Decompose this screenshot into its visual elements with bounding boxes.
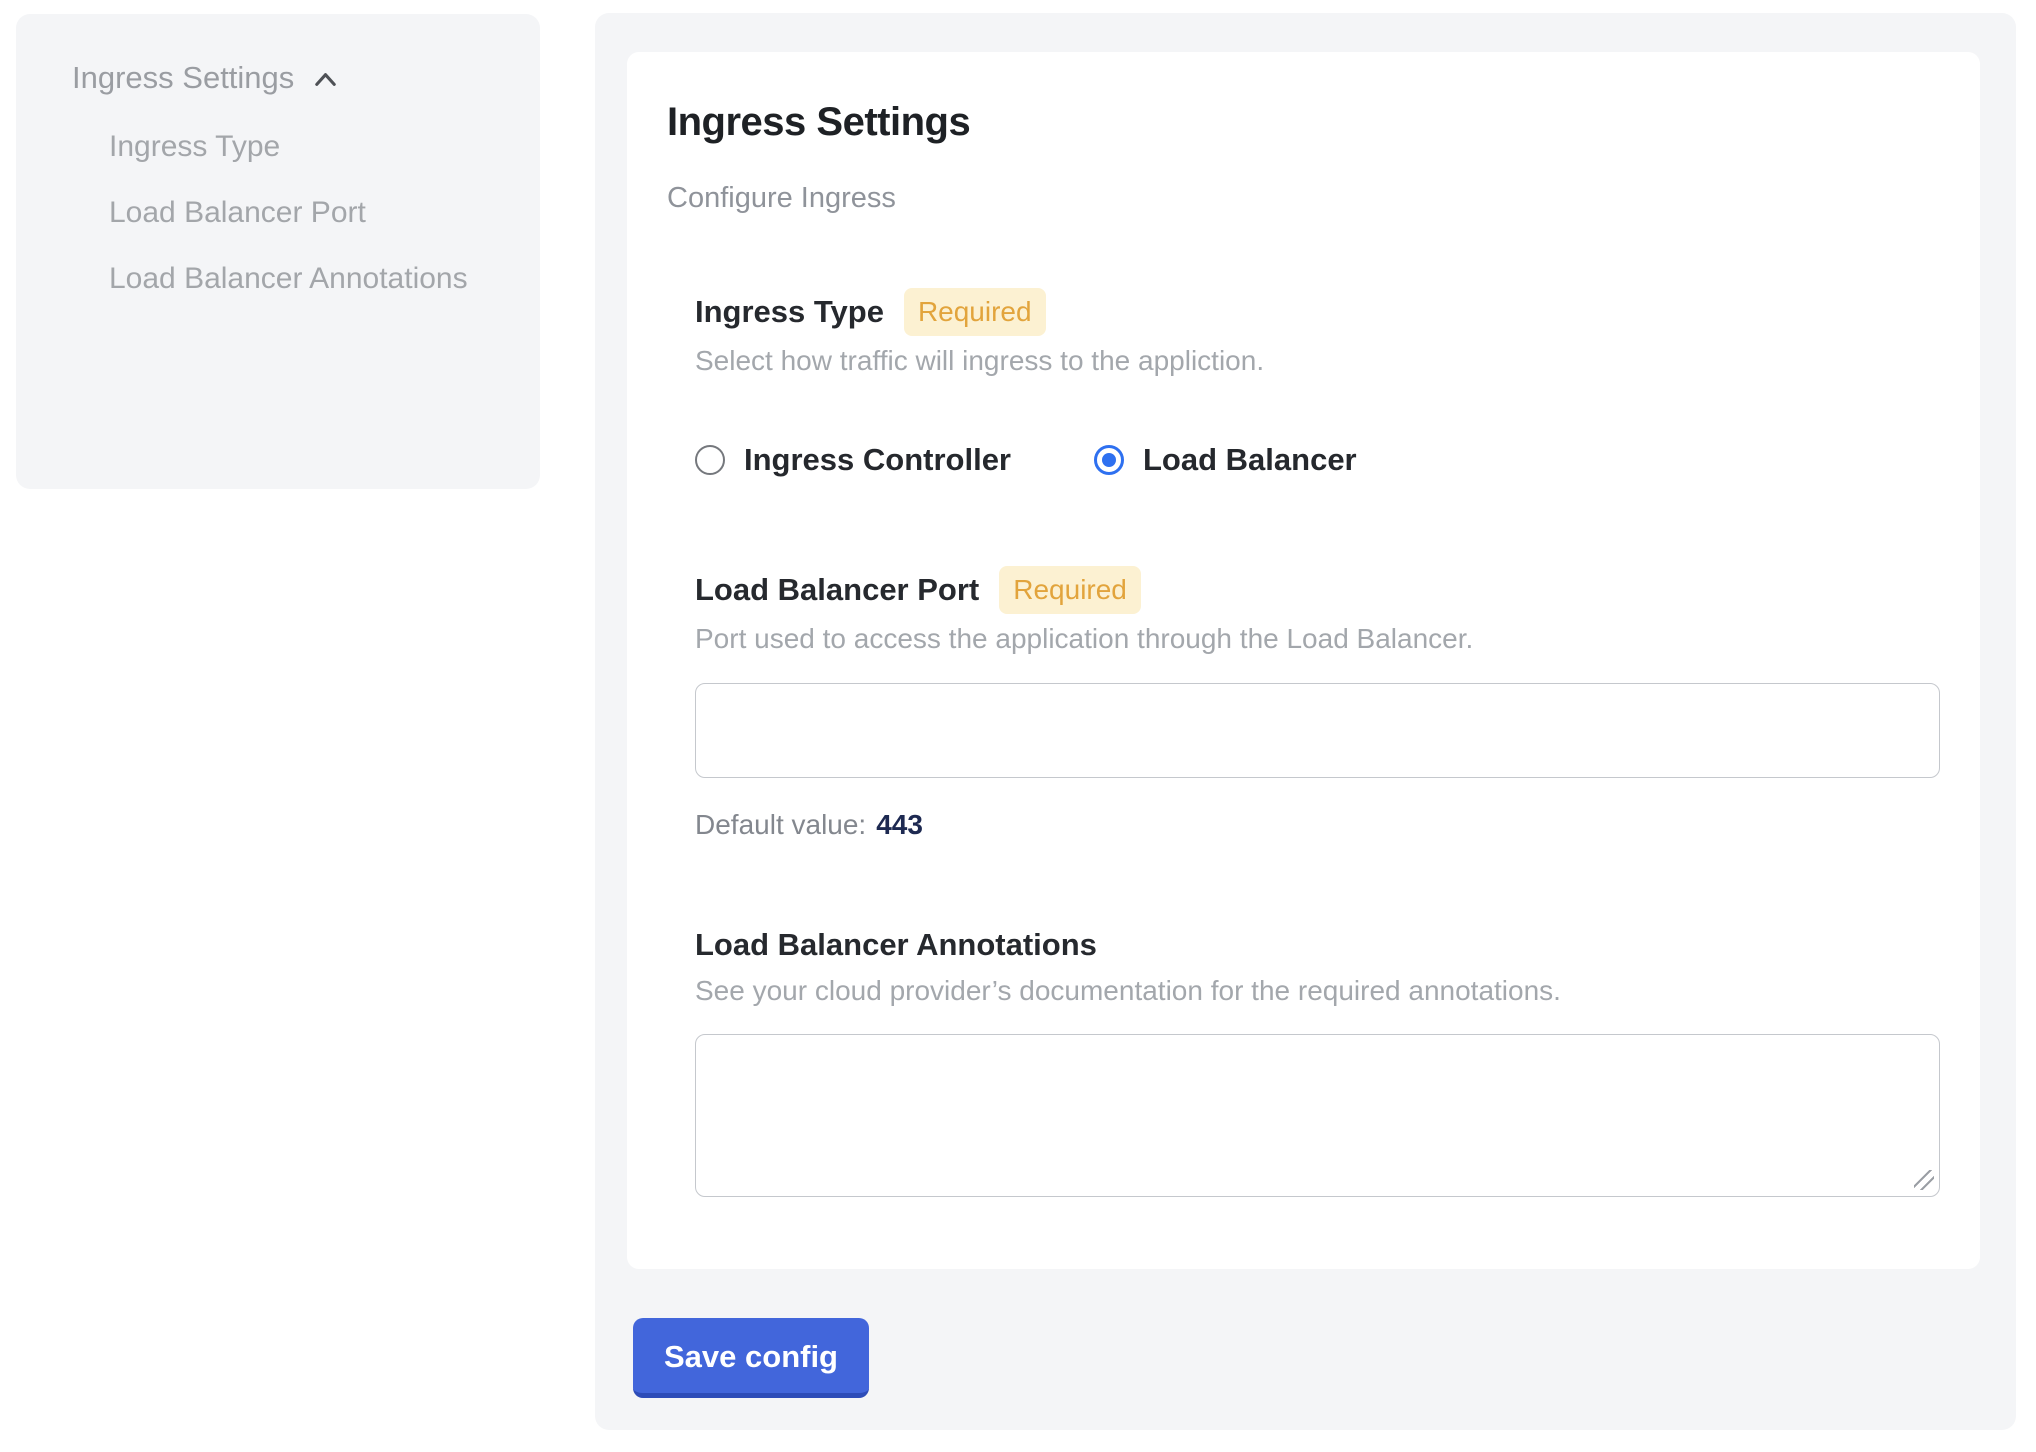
default-value-number: 443 xyxy=(876,809,923,840)
load-balancer-port-input[interactable] xyxy=(695,683,1940,778)
field-label-load-balancer-annotations: Load Balancer Annotations xyxy=(695,924,1097,966)
default-value-note: Default value: 443 xyxy=(695,806,1940,844)
ingress-settings-panel: Ingress Settings Configure Ingress Ingre… xyxy=(595,13,2016,1430)
required-badge: Required xyxy=(904,288,1046,336)
section-head: Load Balancer Annotations xyxy=(695,924,1940,966)
page-title: Ingress Settings xyxy=(667,98,1940,146)
ingress-settings-card: Ingress Settings Configure Ingress Ingre… xyxy=(627,52,1980,1269)
field-label-ingress-type: Ingress Type xyxy=(695,291,884,333)
section-ingress-type: Ingress Type Required Select how traffic… xyxy=(695,288,1940,478)
radio-option-label: Ingress Controller xyxy=(744,442,1011,478)
ingress-type-radio-group: Ingress Controller Load Balancer xyxy=(695,442,1940,478)
field-description-load-balancer-annotations: See your cloud provider’s documentation … xyxy=(695,972,1940,1010)
section-head: Load Balancer Port Required xyxy=(695,566,1940,614)
section-load-balancer-port: Load Balancer Port Required Port used to… xyxy=(695,566,1940,844)
page-subtitle: Configure Ingress xyxy=(667,178,1940,218)
sidebar-item-load-balancer-port[interactable]: Load Balancer Port xyxy=(109,190,489,235)
field-description-ingress-type: Select how traffic will ingress to the a… xyxy=(695,342,1940,380)
radio-option-label: Load Balancer xyxy=(1143,442,1357,478)
sidebar-section-label: Ingress Settings xyxy=(72,58,294,98)
form-sections: Ingress Type Required Select how traffic… xyxy=(667,288,1940,1197)
field-label-load-balancer-port: Load Balancer Port xyxy=(695,569,979,611)
textarea-resize-handle[interactable] xyxy=(1914,1170,1934,1190)
default-value-label: Default value: xyxy=(695,809,866,840)
sidebar-item-list: Ingress Type Load Balancer Port Load Bal… xyxy=(72,124,510,301)
radio-option-load-balancer[interactable]: Load Balancer xyxy=(1094,442,1357,478)
radio-button-icon xyxy=(1094,445,1124,475)
sidebar-item-ingress-type[interactable]: Ingress Type xyxy=(109,124,489,169)
section-head: Ingress Type Required xyxy=(695,288,1940,336)
required-badge: Required xyxy=(999,566,1141,614)
field-description-load-balancer-port: Port used to access the application thro… xyxy=(695,620,1940,658)
settings-nav-sidebar: Ingress Settings Ingress Type Load Balan… xyxy=(16,14,540,489)
radio-button-icon xyxy=(695,445,725,475)
chevron-up-icon xyxy=(310,65,341,96)
annotations-textarea-wrap xyxy=(695,1034,1940,1197)
sidebar-section-toggle-ingress-settings[interactable]: Ingress Settings xyxy=(72,58,510,98)
radio-option-ingress-controller[interactable]: Ingress Controller xyxy=(695,442,1011,478)
sidebar-item-load-balancer-annotations[interactable]: Load Balancer Annotations xyxy=(109,256,489,301)
save-config-button[interactable]: Save config xyxy=(633,1318,869,1398)
section-load-balancer-annotations: Load Balancer Annotations See your cloud… xyxy=(695,924,1940,1197)
load-balancer-annotations-textarea[interactable] xyxy=(695,1034,1940,1197)
